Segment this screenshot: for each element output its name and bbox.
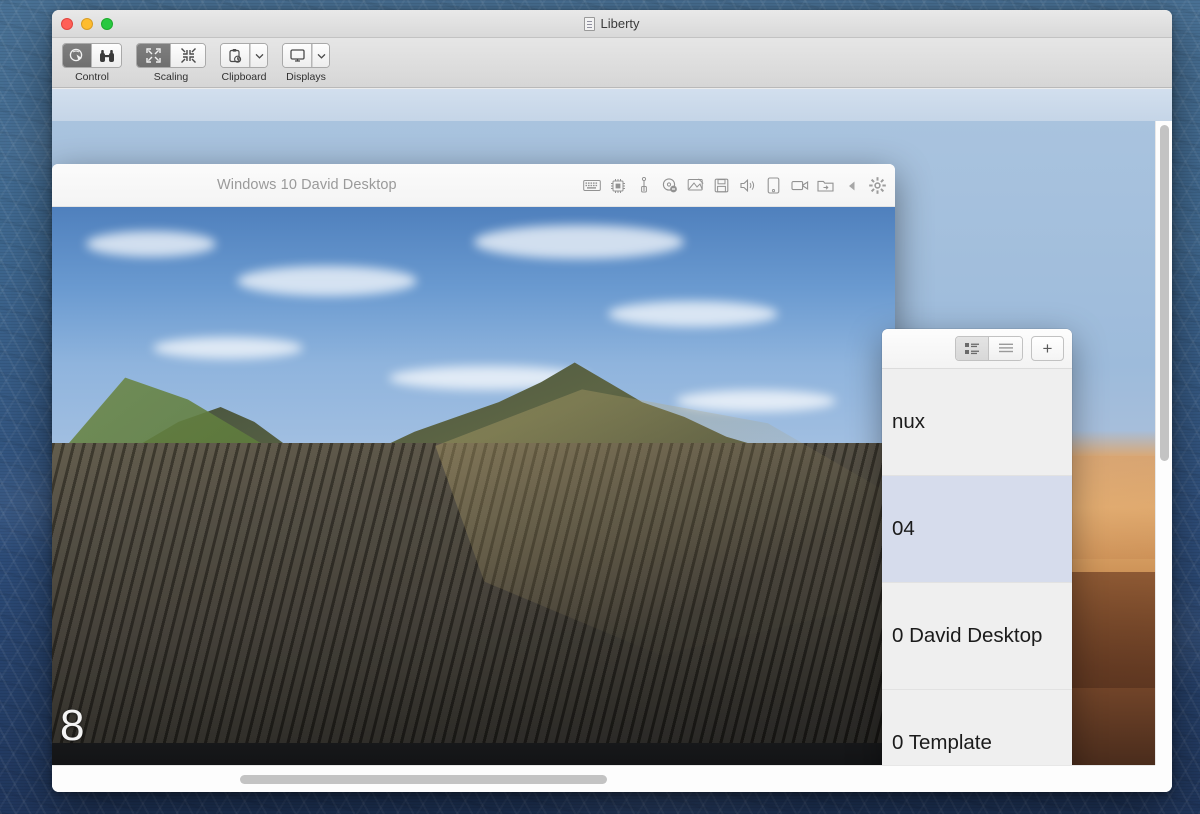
- chevron-down-icon[interactable]: [250, 44, 267, 67]
- collapse-left-icon[interactable]: [842, 176, 861, 195]
- speaker-volume-icon[interactable]: [738, 176, 757, 195]
- expand-arrows-icon[interactable]: [137, 44, 171, 67]
- disc-eject-icon[interactable]: [660, 176, 679, 195]
- vm-titlebar: Windows 10 David Desktop: [52, 164, 895, 207]
- camera-video-icon[interactable]: [790, 176, 809, 195]
- toolbar-label-clipboard: Clipboard: [222, 71, 267, 83]
- list-item[interactable]: nux: [882, 369, 1072, 476]
- horizontal-scrollbar[interactable]: [52, 765, 1155, 792]
- window-title: Liberty: [52, 16, 1172, 31]
- vm-window: Windows 10 David Desktop: [52, 164, 895, 765]
- toolbar-group-clipboard: Clipboard: [220, 43, 268, 83]
- gear-settings-icon[interactable]: [868, 176, 887, 195]
- toolbar-label-displays: Displays: [286, 71, 326, 83]
- toolbar-group-scaling: Scaling: [136, 43, 206, 83]
- cpu-chip-icon[interactable]: [608, 176, 627, 195]
- scaling-segmented-control[interactable]: [136, 43, 206, 68]
- vm-item-label: 0 Template: [892, 731, 992, 755]
- floppy-save-icon[interactable]: [712, 176, 731, 195]
- displays-button[interactable]: [282, 43, 330, 68]
- toolbar-group-displays: Displays: [282, 43, 330, 83]
- vm-item-label: nux: [892, 410, 925, 434]
- cloud: [237, 266, 417, 296]
- vm-toolbar: [582, 164, 887, 207]
- cloud: [86, 231, 216, 257]
- clipboard-sync-icon[interactable]: [221, 44, 250, 67]
- binoculars-view-icon[interactable]: [92, 44, 121, 67]
- app-toolbar: Control: [52, 38, 1172, 88]
- screen-watermark: 8: [60, 704, 84, 748]
- list-item[interactable]: 0 Template: [882, 690, 1072, 765]
- cloud: [676, 390, 836, 412]
- vm-window-title: Windows 10 David Desktop: [217, 177, 397, 193]
- desktop-background: Liberty: [0, 0, 1200, 814]
- cloud: [153, 337, 303, 359]
- remote-screen-area: Windows 10 David Desktop: [52, 89, 1172, 792]
- toolbar-group-control: Control: [62, 43, 122, 83]
- toolbar-label-scaling: Scaling: [154, 71, 188, 83]
- horizontal-scrollbar-thumb[interactable]: [240, 775, 607, 784]
- list-item[interactable]: 0 David Desktop: [882, 583, 1072, 690]
- remote-top-strip: [52, 89, 1172, 121]
- contract-arrows-icon[interactable]: [171, 44, 205, 67]
- window-titlebar: Liberty: [52, 10, 1172, 38]
- document-icon: [584, 17, 595, 31]
- clipboard-button[interactable]: [220, 43, 268, 68]
- cloud: [474, 225, 684, 259]
- pointer-control-icon[interactable]: [63, 44, 92, 67]
- scrollbar-corner: [1155, 765, 1172, 792]
- icon-grid-view-icon[interactable]: [956, 337, 989, 360]
- keyboard-icon[interactable]: [582, 176, 601, 195]
- network-icon[interactable]: [686, 176, 705, 195]
- shared-folder-icon[interactable]: [816, 176, 835, 195]
- vm-item-label: 04: [892, 517, 915, 541]
- display-monitor-icon[interactable]: [283, 44, 312, 67]
- vm-library-header: +: [882, 329, 1072, 369]
- vertical-scrollbar[interactable]: [1155, 121, 1172, 765]
- chevron-down-icon[interactable]: [312, 44, 329, 67]
- view-mode-toggle[interactable]: [955, 336, 1023, 361]
- control-segmented-control[interactable]: [62, 43, 122, 68]
- vm-library-panel: + nux 04 0 David Desktop 0 Temp: [882, 329, 1072, 765]
- list-view-icon[interactable]: [989, 337, 1022, 360]
- usb-icon[interactable]: [634, 176, 653, 195]
- list-item[interactable]: 04: [882, 476, 1072, 583]
- toolbar-label-control: Control: [75, 71, 109, 83]
- window-title-text: Liberty: [600, 16, 639, 31]
- vm-screen-content[interactable]: 8: [52, 207, 895, 765]
- vm-item-label: 0 David Desktop: [892, 624, 1042, 648]
- remote-desktop-wallpaper: Windows 10 David Desktop: [52, 121, 1155, 765]
- add-vm-button[interactable]: +: [1031, 336, 1064, 361]
- app-window: Liberty: [52, 10, 1172, 792]
- vertical-scrollbar-thumb[interactable]: [1160, 125, 1169, 461]
- vm-library-list: nux 04 0 David Desktop 0 Template: [882, 369, 1072, 765]
- shoreline: [52, 743, 895, 765]
- tablet-icon[interactable]: [764, 176, 783, 195]
